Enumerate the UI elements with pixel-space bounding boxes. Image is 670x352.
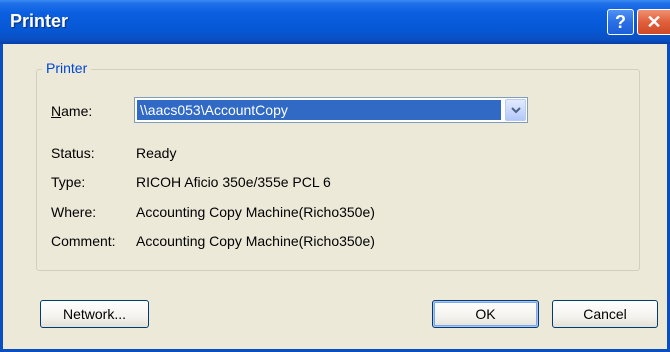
name-label-rest: ame:: [61, 103, 93, 119]
help-button[interactable]: ?: [607, 9, 634, 35]
network-button[interactable]: Network...: [40, 300, 149, 328]
where-value: Accounting Copy Machine(Richo350e): [136, 204, 375, 220]
title-bar[interactable]: Printer ? ✕: [0, 0, 670, 44]
status-label: Status:: [51, 145, 95, 161]
close-icon: ✕: [646, 12, 662, 32]
printer-dialog: Printer ? ✕ Printer Name: \\aacs053\Acco…: [0, 0, 670, 352]
type-value: RICOH Aficio 350e/355e PCL 6: [136, 174, 331, 190]
name-label-mnemonic: N: [51, 103, 62, 119]
printer-name-value: \\aacs053\AccountCopy: [137, 100, 501, 120]
printer-name-dropdown[interactable]: \\aacs053\AccountCopy: [134, 97, 528, 123]
help-icon: ?: [615, 12, 626, 32]
comment-label: Comment:: [51, 233, 116, 249]
group-legend: Printer: [42, 60, 92, 76]
window-title: Printer: [10, 11, 69, 31]
comment-value: Accounting Copy Machine(Richo350e): [136, 233, 375, 249]
where-label: Where:: [51, 204, 97, 220]
status-value: Ready: [136, 145, 177, 161]
close-button[interactable]: ✕: [637, 9, 670, 35]
name-label: Name:: [51, 103, 92, 119]
chevron-down-icon: [511, 107, 521, 114]
type-label: Type:: [51, 174, 86, 190]
cancel-button[interactable]: Cancel: [552, 300, 658, 328]
dropdown-button[interactable]: [505, 99, 526, 121]
window-frame-left: [0, 44, 3, 352]
ok-button[interactable]: OK: [432, 300, 539, 328]
